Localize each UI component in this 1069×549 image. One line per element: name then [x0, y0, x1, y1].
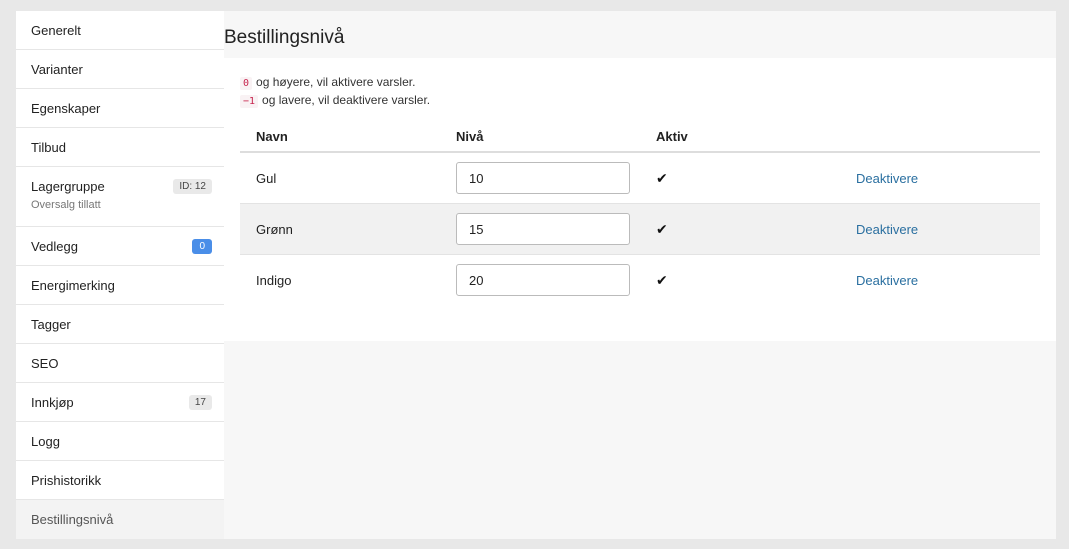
column-header-action — [840, 121, 1040, 153]
count-badge: 0 — [192, 238, 212, 254]
deactivate-link[interactable]: Deaktivere — [856, 222, 918, 237]
table-row: Grønn ✔ Deaktivere — [240, 203, 1040, 255]
sidebar-item-bestillingsniva[interactable]: Bestillingsnivå — [16, 500, 224, 539]
sidebar-item-label: Prishistorikk — [31, 472, 102, 488]
sidebar-item-label: Generelt — [31, 22, 81, 38]
sidebar-item-seo[interactable]: SEO — [16, 344, 224, 383]
sidebar-item-vedlegg[interactable]: Vedlegg 0 — [16, 227, 224, 266]
deactivate-link[interactable]: Deaktivere — [856, 273, 918, 288]
sidebar-item-subtext: Oversalg tillatt — [31, 199, 101, 211]
count-badge: 17 — [188, 394, 212, 410]
sidebar-item-label: Tagger — [31, 316, 71, 332]
hint-deactivate: −1 og lavere, vil deaktivere varsler. — [240, 93, 431, 108]
table-row: Gul ✔ Deaktivere — [240, 151, 1040, 204]
row-name: Gul — [240, 151, 440, 204]
sidebar-item-prishistorikk[interactable]: Prishistorikk — [16, 461, 224, 500]
row-name: Grønn — [240, 203, 440, 255]
sidebar-item-tilbud[interactable]: Tilbud — [16, 128, 224, 167]
sidebar-item-varianter[interactable]: Varianter — [16, 50, 224, 89]
app-frame: Generelt Varianter Egenskaper Tilbud Lag… — [16, 11, 1056, 539]
sidebar-item-label: Lagergruppe — [31, 178, 105, 194]
sidebar-item-label: Energimerking — [31, 277, 115, 293]
page-title: Bestillingsnivå — [224, 27, 345, 48]
sidebar-item-label: Bestillingsnivå — [31, 512, 114, 527]
hint-text: og lavere, vil deaktivere varsler. — [262, 93, 431, 107]
sidebar-item-innkjop[interactable]: Innkjøp 17 — [16, 383, 224, 422]
content-panel: 0 og høyere, vil aktivere varsler. −1 og l… — [224, 58, 1056, 341]
column-header-level: Nivå — [440, 121, 640, 153]
checkmark-icon: ✔ — [656, 220, 668, 237]
sidebar: Generelt Varianter Egenskaper Tilbud Lag… — [16, 11, 224, 539]
sidebar-item-label: Vedlegg — [31, 238, 78, 254]
row-action-cell: Deaktivere — [840, 254, 1040, 305]
row-action-cell: Deaktivere — [840, 151, 1040, 204]
sidebar-item-logg[interactable]: Logg — [16, 422, 224, 461]
sidebar-item-label: Innkjøp — [31, 394, 74, 410]
row-level-cell — [440, 254, 640, 305]
hint-text: og høyere, vil aktivere varsler. — [256, 75, 416, 89]
row-active-cell: ✔ — [640, 254, 840, 305]
table-header-row: Navn Nivå Aktiv — [240, 121, 1040, 153]
row-level-cell — [440, 151, 640, 204]
sidebar-item-label: Logg — [31, 433, 60, 449]
order-level-table: Navn Nivå Aktiv Gul ✔ Deaktivere Grønn — [240, 121, 1040, 305]
sidebar-item-label: Egenskaper — [31, 100, 101, 116]
sidebar-item-lagergruppe[interactable]: Lagergruppe ID: 12 Oversalg tillatt — [16, 167, 224, 227]
table-row: Indigo ✔ Deaktivere — [240, 254, 1040, 305]
row-active-cell: ✔ — [640, 203, 840, 255]
hint-code: 0 — [240, 77, 253, 90]
column-header-active: Aktiv — [640, 121, 840, 153]
sidebar-item-label: SEO — [31, 355, 59, 371]
row-level-cell — [440, 203, 640, 255]
row-active-cell: ✔ — [640, 151, 840, 204]
sidebar-item-tagger[interactable]: Tagger — [16, 305, 224, 344]
level-input[interactable] — [456, 213, 630, 245]
checkmark-icon: ✔ — [656, 271, 668, 288]
checkmark-icon: ✔ — [656, 169, 668, 186]
row-name: Indigo — [240, 254, 440, 305]
hint-activate: 0 og høyere, vil aktivere varsler. — [240, 75, 416, 90]
deactivate-link[interactable]: Deaktivere — [856, 171, 918, 186]
row-action-cell: Deaktivere — [840, 203, 1040, 255]
level-input[interactable] — [456, 162, 630, 194]
level-input[interactable] — [456, 264, 630, 296]
sidebar-item-egenskaper[interactable]: Egenskaper — [16, 89, 224, 128]
hint-code: −1 — [240, 95, 259, 108]
id-badge: ID: 12 — [173, 178, 212, 194]
sidebar-item-energimerking[interactable]: Energimerking — [16, 266, 224, 305]
sidebar-item-label: Tilbud — [31, 139, 66, 155]
column-header-name: Navn — [240, 121, 440, 153]
sidebar-item-label: Varianter — [31, 61, 83, 77]
sidebar-item-generelt[interactable]: Generelt — [16, 11, 224, 50]
main-content: Bestillingsnivå 0 og høyere, vil aktivere… — [224, 11, 1056, 539]
